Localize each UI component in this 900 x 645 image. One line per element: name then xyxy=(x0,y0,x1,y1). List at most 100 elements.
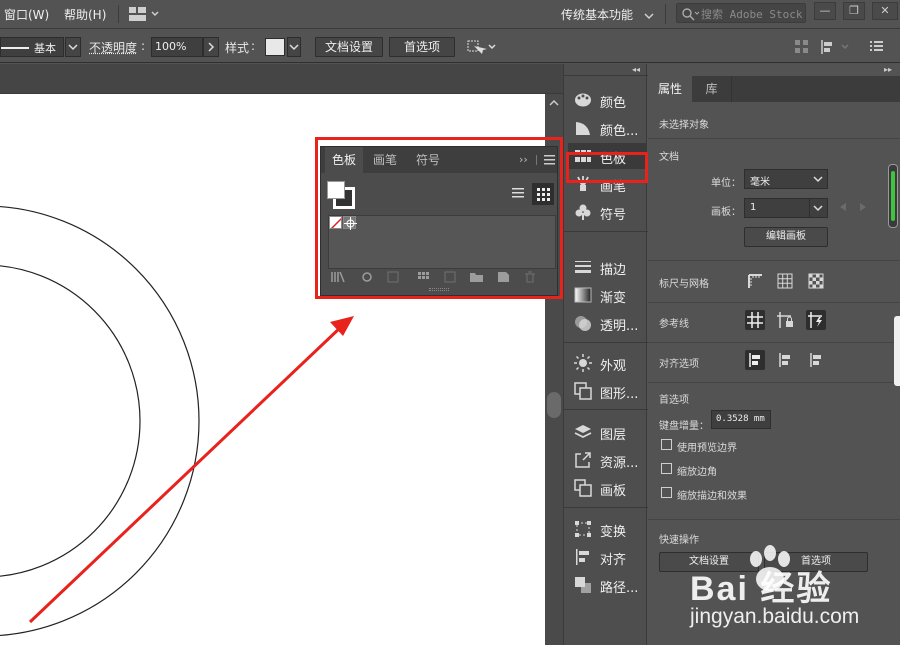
side-handle[interactable] xyxy=(894,316,900,386)
show-guides-icon[interactable] xyxy=(745,310,765,330)
properties-tabbar: 属性 库 xyxy=(648,76,900,102)
gradient-icon xyxy=(574,287,592,303)
opacity-value: 100% xyxy=(155,40,187,53)
dock-item-artboards[interactable]: 画板 xyxy=(568,475,646,501)
previous-artboard-icon[interactable] xyxy=(839,202,847,212)
dock-item-color-guide[interactable]: 颜色... xyxy=(568,115,646,141)
lock-guides-icon[interactable] xyxy=(775,310,795,330)
minimize-button[interactable]: — xyxy=(814,2,836,20)
dock-divider xyxy=(564,409,648,410)
menu-divider xyxy=(118,5,119,23)
scale-strokes-effects-checkbox[interactable] xyxy=(661,487,672,498)
align-to-key-object-icon[interactable] xyxy=(775,350,795,370)
use-preview-bounds-checkbox[interactable] xyxy=(661,439,672,450)
search-icon xyxy=(682,8,699,21)
dock-item-asset-export[interactable]: 资源... xyxy=(568,447,646,473)
close-button[interactable]: ✕ xyxy=(872,2,898,20)
asset-export-icon xyxy=(575,452,591,468)
stroke-profile-dropdown[interactable]: 基本 xyxy=(0,37,64,57)
align-to-selection-icon[interactable] xyxy=(745,350,765,370)
scroll-up-icon[interactable] xyxy=(549,99,559,107)
style-label: 样式 xyxy=(225,41,250,55)
menu-help[interactable]: 帮助(H) xyxy=(64,6,106,23)
dock-item-appearance[interactable]: 外观 xyxy=(568,350,646,376)
expand-panel-icon[interactable]: ▸▸ xyxy=(884,65,892,74)
scroll-thumb[interactable] xyxy=(547,392,561,418)
document-setup-button[interactable]: 文档设置 xyxy=(315,37,383,57)
restore-button[interactable]: ❐ xyxy=(843,2,865,20)
chevron-down-icon[interactable] xyxy=(65,37,81,57)
dock-item-transform[interactable]: 变换 xyxy=(568,516,646,542)
transparency-grid-icon[interactable] xyxy=(806,271,826,291)
artboard-label: 画板： xyxy=(711,207,741,218)
color-guide-icon xyxy=(576,122,590,135)
scroll-thumb[interactable] xyxy=(891,171,895,221)
club-icon xyxy=(575,204,591,220)
next-artboard-icon[interactable] xyxy=(859,202,867,212)
align-grid-icon[interactable] xyxy=(795,40,809,57)
graphic-style-swatch[interactable] xyxy=(265,38,285,56)
edit-artboards-button[interactable]: 编辑画板 xyxy=(744,227,828,247)
dock-item-gradient[interactable]: 渐变 xyxy=(568,282,646,308)
dock-item-pathfinder[interactable]: 路径... xyxy=(568,572,646,598)
stock-search-input[interactable]: 搜索 Adobe Stock xyxy=(676,3,806,23)
artboards-icon xyxy=(574,479,592,497)
keyboard-increment-input[interactable]: 0.3528 mm xyxy=(711,410,771,429)
section-divider xyxy=(648,342,900,343)
grid-icon[interactable] xyxy=(775,271,795,291)
opacity-colon: : xyxy=(141,39,146,53)
artboard-dropdown[interactable]: 1 xyxy=(744,198,828,218)
no-selection-text: 未选择对象 xyxy=(659,120,709,131)
control-bar: 基本 不透明度 : 100% 样式 : 文档设置 首选项 xyxy=(0,30,900,63)
style-colon: : xyxy=(251,39,256,53)
opacity-label: 不透明度 xyxy=(89,41,138,55)
chevron-down-icon[interactable] xyxy=(644,10,654,24)
tab-properties[interactable]: 属性 xyxy=(648,76,692,102)
dock-header-divider xyxy=(564,75,648,76)
dock-item-layers[interactable]: 图层 xyxy=(568,419,646,445)
graphic-styles-icon xyxy=(574,382,592,400)
watermark-brand: Bai 经验 xyxy=(690,570,833,608)
panel-menu-icon[interactable] xyxy=(870,40,884,55)
collapse-dock-icon[interactable]: ◂◂ xyxy=(632,65,640,74)
align-to-icon[interactable] xyxy=(820,39,854,58)
dock-label: 渐变 xyxy=(600,291,627,306)
document-heading: 文档 xyxy=(659,152,679,163)
dock-item-color[interactable]: 颜色 xyxy=(568,87,646,113)
preferences-button[interactable]: 首选项 xyxy=(389,37,455,57)
dock-item-stroke[interactable]: 描边 xyxy=(568,254,646,280)
outer-circle xyxy=(0,205,200,637)
dock-label: 描边 xyxy=(600,263,627,278)
dock-item-graphic-styles[interactable]: 图形... xyxy=(568,378,646,404)
ruler-icon[interactable] xyxy=(745,271,765,291)
dock-label: 颜色... xyxy=(600,124,639,139)
menu-window[interactable]: 窗口(W) xyxy=(4,6,49,23)
tab-libraries[interactable]: 库 xyxy=(692,76,732,102)
appearance-icon xyxy=(574,354,592,372)
select-similar-icon[interactable] xyxy=(466,38,498,59)
properties-scrollbar[interactable] xyxy=(888,164,898,228)
units-dropdown[interactable]: 毫米 xyxy=(744,169,828,189)
smart-guides-icon[interactable] xyxy=(806,310,826,330)
dock-item-align[interactable]: 对齐 xyxy=(568,544,646,570)
dropdown-divider xyxy=(809,199,810,217)
workspace-switcher[interactable]: 传统基本功能 xyxy=(561,6,633,23)
dock-divider xyxy=(564,342,648,343)
layers-icon xyxy=(574,425,592,439)
chevron-right-icon[interactable] xyxy=(203,37,219,57)
palette-icon xyxy=(575,93,591,107)
watermark-url: jingyan.baidu.com xyxy=(690,605,860,628)
section-divider xyxy=(648,260,900,261)
menu-bar: 窗口(W) 帮助(H) 传统基本功能 搜索 Adobe Stock — ❐ ✕ xyxy=(0,0,900,29)
scale-corners-checkbox[interactable] xyxy=(661,463,672,474)
align-to-artboard-icon[interactable] xyxy=(806,350,826,370)
artboard-value: 1 xyxy=(750,202,757,213)
opacity-input[interactable]: 100% xyxy=(151,37,203,57)
dock-item-symbols[interactable]: 符号 xyxy=(568,199,646,225)
dock-item-transparency[interactable]: 透明... xyxy=(568,310,646,336)
chevron-down-icon[interactable] xyxy=(287,37,301,57)
units-label: 单位： xyxy=(711,178,741,189)
arrange-documents-icon[interactable] xyxy=(129,7,159,21)
document-tab-strip xyxy=(0,64,563,94)
stroke-profile-line xyxy=(1,47,29,49)
